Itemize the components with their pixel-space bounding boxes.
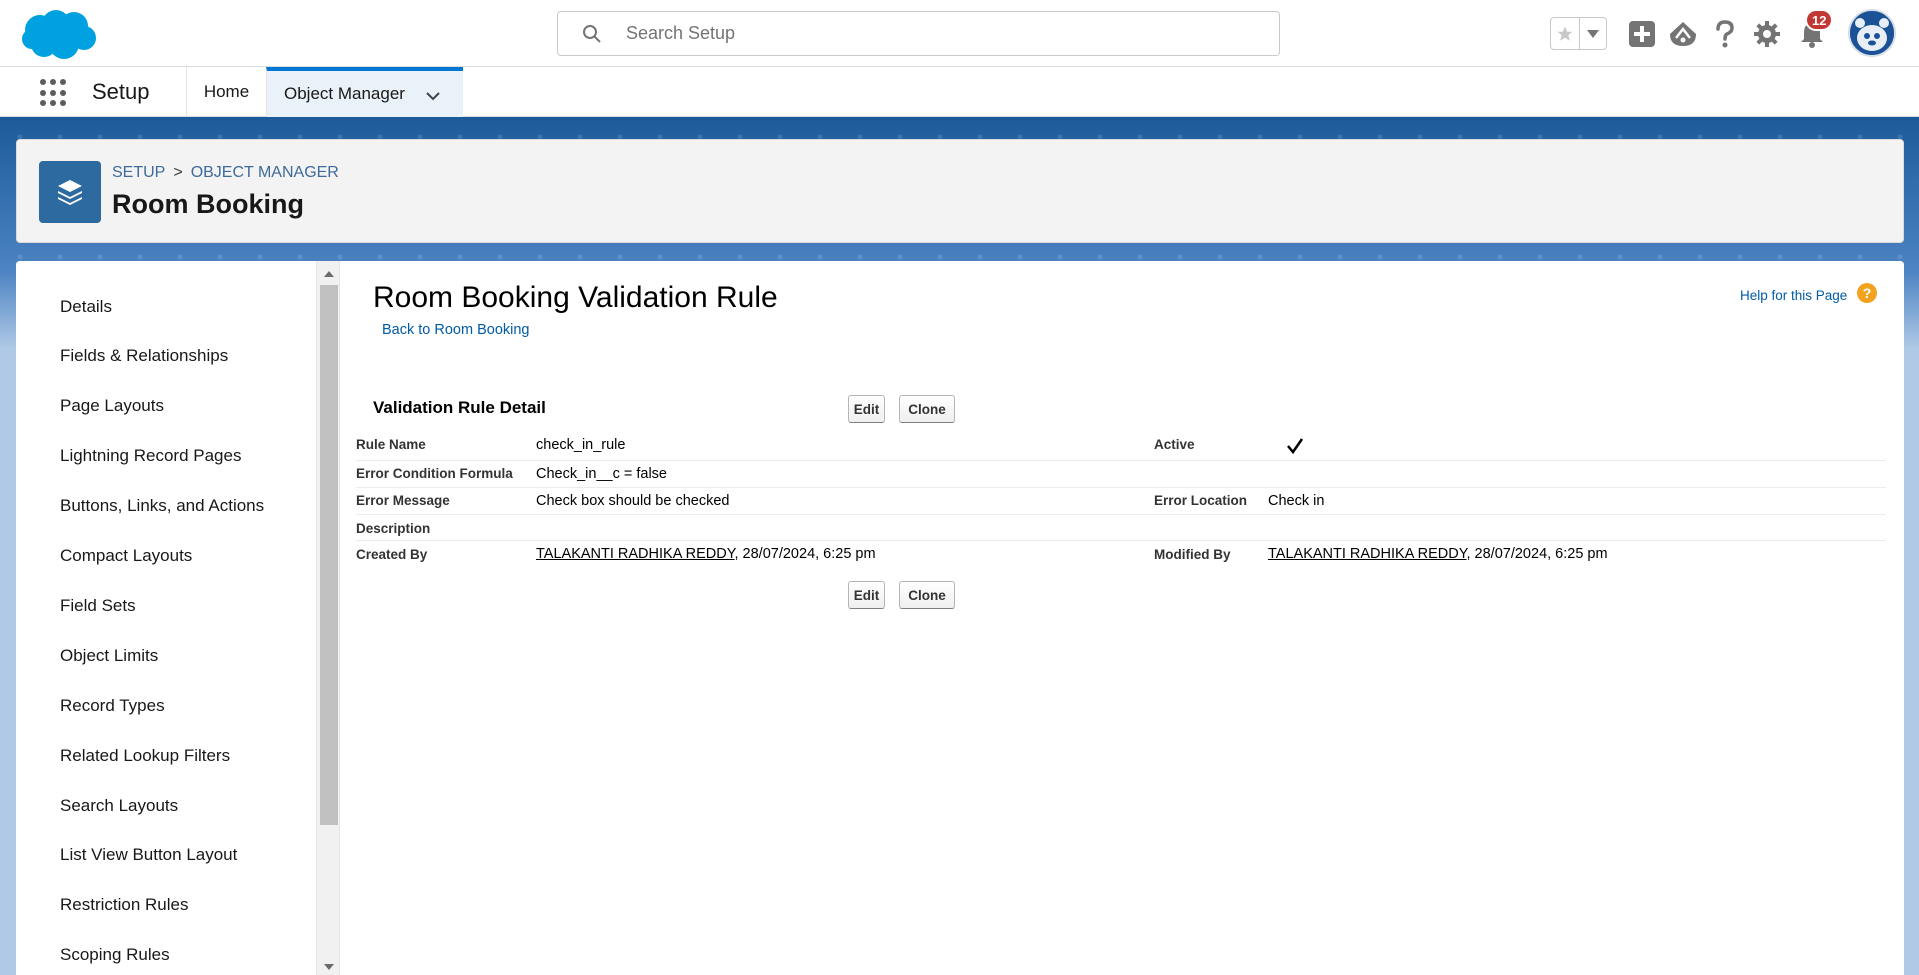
page-title: Room Booking [112, 189, 304, 219]
sidebar-item-object-limits[interactable]: Object Limits [60, 646, 158, 666]
page-header: SETUP > OBJECT MANAGER Room Booking [16, 139, 1904, 243]
help-link[interactable]: Help for this Page [1740, 288, 1847, 303]
detail-row: Error Message Check box should be checke… [356, 488, 1886, 515]
app-nav: Setup Home Object Manager [0, 67, 1919, 117]
sidebar-item-related-lookup-filters[interactable]: Related Lookup Filters [60, 746, 230, 766]
clone-button[interactable]: Clone [899, 395, 955, 423]
sidebar-item-page-layouts[interactable]: Page Layouts [60, 396, 164, 416]
error-location-value: Check in [1268, 493, 1325, 509]
tab-home-label: Home [203, 82, 250, 101]
app-name: Setup [92, 79, 150, 104]
sidebar-item-scoping-rules[interactable]: Scoping Rules [60, 945, 170, 965]
sidebar-item-compact-layouts[interactable]: Compact Layouts [60, 546, 192, 566]
error-formula-label: Error Condition Formula [356, 466, 513, 481]
main-card: Details Fields & Relationships Page Layo… [16, 261, 1904, 975]
scrollbar-thumb[interactable] [320, 285, 338, 825]
sidebar-item-field-sets[interactable]: Field Sets [60, 596, 136, 616]
trailhead-icon[interactable] [1667, 18, 1699, 50]
help-icon[interactable] [1709, 18, 1741, 50]
favorites-dropdown-icon[interactable] [1580, 18, 1606, 49]
sidebar-item-search-layouts[interactable]: Search Layouts [60, 796, 178, 816]
rule-name-value: check_in_rule [536, 437, 626, 453]
gear-icon[interactable] [1751, 18, 1783, 50]
sidebar-item-buttons-links-actions[interactable]: Buttons, Links, and Actions [60, 496, 264, 516]
clone-button-bottom[interactable]: Clone [899, 581, 955, 609]
description-label: Description [356, 521, 431, 536]
sidebar-scrollbar[interactable] [316, 261, 340, 975]
breadcrumb-setup[interactable]: SETUP [112, 164, 165, 181]
sidebar-item-details[interactable]: Details [60, 297, 112, 317]
content-panel: Room Booking Validation Rule Back to Roo… [341, 261, 1904, 975]
error-location-label: Error Location [1154, 493, 1248, 508]
back-link[interactable]: Back to Room Booking [382, 322, 530, 338]
search-icon [582, 24, 602, 44]
scroll-up-arrow[interactable] [324, 271, 334, 277]
notification-badge: 12 [1805, 9, 1834, 31]
modified-by-value: TALAKANTI RADHIKA REDDY, 28/07/2024, 6:2… [1268, 546, 1608, 562]
chevron-down-icon[interactable] [425, 87, 441, 101]
sidebar-item-list-view-button-layout[interactable]: List View Button Layout [60, 845, 237, 865]
detail-table: Rule Name check_in_rule Active Error Con… [356, 429, 1886, 567]
modified-by-label: Modified By [1154, 547, 1231, 562]
detail-row: Description [356, 515, 1886, 541]
tab-object-manager-label: Object Manager [284, 84, 405, 103]
error-message-value: Check box should be checked [536, 493, 730, 509]
active-label: Active [1154, 437, 1195, 452]
tab-home[interactable]: Home [186, 67, 266, 117]
rule-name-label: Rule Name [356, 437, 426, 452]
tab-object-manager[interactable]: Object Manager [266, 67, 463, 117]
modified-by-user-link[interactable]: TALAKANTI RADHIKA REDDY [1268, 546, 1467, 562]
modified-by-date: , 28/07/2024, 6:25 pm [1466, 546, 1608, 562]
section-title: Validation Rule Detail [373, 398, 546, 417]
created-by-date: , 28/07/2024, 6:25 pm [734, 546, 876, 562]
error-formula-value: Check_in__c = false [536, 466, 667, 482]
created-by-value: TALAKANTI RADHIKA REDDY, 28/07/2024, 6:2… [536, 546, 876, 562]
search-input[interactable] [626, 12, 1256, 55]
add-icon[interactable] [1626, 18, 1658, 50]
sidebar-item-record-types[interactable]: Record Types [60, 696, 165, 716]
favorite-star-icon[interactable] [1551, 18, 1581, 49]
sidebar-item-restriction-rules[interactable]: Restriction Rules [60, 895, 189, 915]
created-by-label: Created By [356, 547, 428, 562]
edit-button[interactable]: Edit [848, 395, 885, 423]
edit-button-bottom[interactable]: Edit [848, 581, 885, 609]
layers-icon [39, 161, 101, 223]
search-box[interactable] [557, 11, 1280, 56]
scroll-down-arrow[interactable] [324, 964, 334, 970]
check-icon [1286, 437, 1304, 455]
favorites-group [1550, 17, 1607, 50]
global-header: 12 [0, 0, 1919, 67]
detail-row: Error Condition Formula Check_in__c = fa… [356, 461, 1886, 488]
sidebar-item-lightning-record-pages[interactable]: Lightning Record Pages [60, 446, 241, 466]
sidebar: Details Fields & Relationships Page Layo… [16, 261, 316, 975]
sidebar-item-fields-relationships[interactable]: Fields & Relationships [60, 346, 228, 366]
breadcrumb-separator: > [173, 164, 183, 181]
content-title: Room Booking Validation Rule [373, 281, 778, 314]
created-by-user-link[interactable]: TALAKANTI RADHIKA REDDY [536, 546, 735, 562]
breadcrumb: SETUP > OBJECT MANAGER [112, 164, 339, 182]
breadcrumb-object-manager[interactable]: OBJECT MANAGER [191, 164, 339, 181]
detail-row: Created By TALAKANTI RADHIKA REDDY, 28/0… [356, 541, 1886, 567]
app-launcher-icon[interactable] [40, 79, 68, 107]
detail-row: Rule Name check_in_rule Active [356, 429, 1886, 461]
salesforce-cloud-logo[interactable] [20, 6, 100, 62]
avatar[interactable] [1848, 9, 1896, 57]
help-page-icon[interactable]: ? [1857, 283, 1877, 303]
error-message-label: Error Message [356, 493, 450, 508]
